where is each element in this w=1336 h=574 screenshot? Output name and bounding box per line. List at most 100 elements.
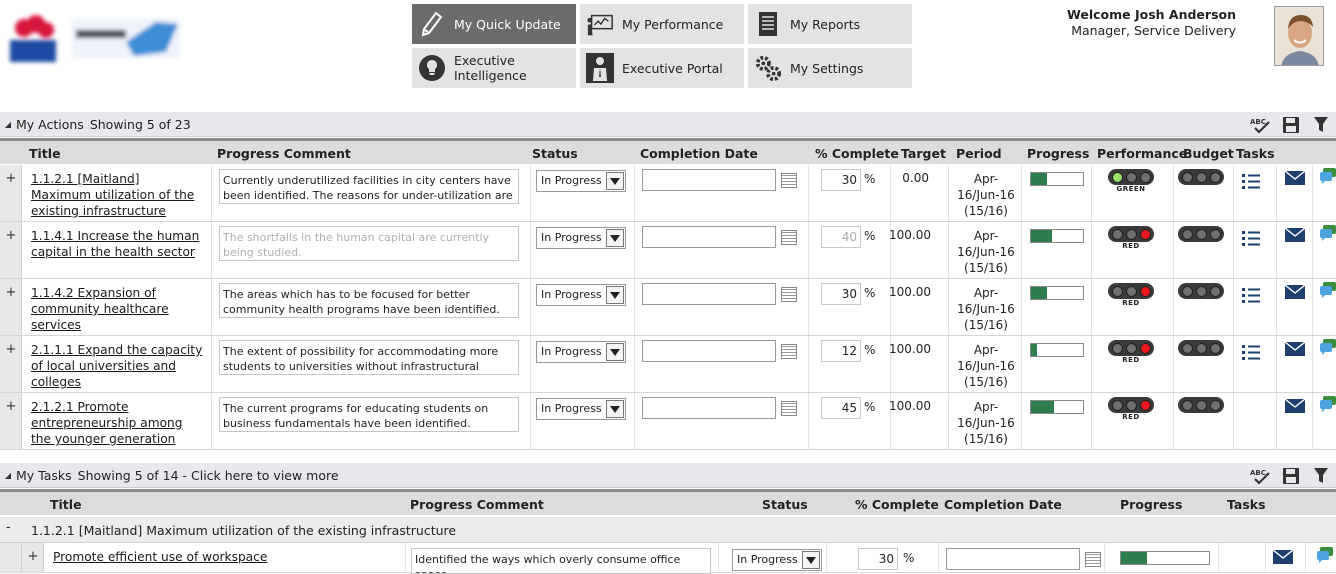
email-envelope-icon[interactable] — [1285, 226, 1305, 244]
comment-bubble-icon[interactable] — [1318, 281, 1336, 299]
actions-section-bar[interactable]: ◢ My Actions Showing 5 of 23 ABC — [0, 112, 1336, 137]
expand-row-button[interactable]: + — [4, 342, 18, 357]
dropdown-arrow-icon[interactable] — [606, 172, 624, 190]
column-header[interactable]: Progress — [1120, 497, 1182, 512]
nav-tile-executive-intelligence[interactable]: Executive Intelligence — [412, 48, 576, 88]
filter-icon[interactable] — [1310, 466, 1332, 486]
email-envelope-icon[interactable] — [1273, 548, 1293, 566]
column-header[interactable]: Completion Date — [640, 146, 758, 161]
column-header[interactable]: Title — [29, 146, 61, 161]
comment-bubble-icon[interactable] — [1318, 395, 1336, 413]
column-header[interactable]: Budget — [1183, 146, 1234, 161]
completion-date-input[interactable] — [642, 397, 776, 419]
comment-bubble-icon[interactable] — [1315, 546, 1335, 564]
email-envelope-icon[interactable] — [1285, 283, 1305, 301]
nav-tile-my-quick-update[interactable]: My Quick Update — [412, 4, 576, 44]
nav-tile-my-settings[interactable]: My Settings — [748, 48, 912, 88]
column-header[interactable]: Completion Date — [944, 497, 1062, 512]
column-header[interactable]: Status — [532, 146, 578, 161]
avatar[interactable] — [1274, 6, 1324, 66]
percent-complete-input[interactable]: 12 — [821, 340, 861, 362]
status-select[interactable]: In Progress — [536, 341, 626, 363]
column-header[interactable]: % Complete — [815, 146, 899, 161]
comment-bubble-icon[interactable] — [1318, 167, 1336, 185]
percent-complete-input[interactable]: 30 — [821, 283, 861, 305]
email-envelope-icon[interactable] — [1285, 397, 1305, 415]
group-collapse-toggle[interactable]: - — [6, 520, 11, 535]
dropdown-arrow-icon[interactable] — [606, 343, 624, 361]
comment-bubble-icon[interactable] — [1318, 338, 1336, 356]
task-list-icon[interactable] — [1241, 230, 1261, 248]
save-icon[interactable] — [1280, 466, 1302, 486]
column-header[interactable]: Progress Comment — [217, 146, 351, 161]
percent-complete-input[interactable]: 30 — [858, 548, 898, 570]
calendar-icon[interactable] — [1085, 552, 1101, 567]
percent-complete-input[interactable]: 45 — [821, 397, 861, 419]
spellcheck-icon[interactable]: ABC — [1250, 466, 1272, 486]
save-icon[interactable] — [1280, 115, 1302, 135]
email-envelope-icon[interactable] — [1285, 340, 1305, 358]
calendar-icon[interactable] — [781, 401, 797, 416]
status-select[interactable]: In Progress — [536, 227, 626, 249]
view-more-link[interactable]: Showing 5 of 14 - Click here to view mor… — [78, 468, 339, 483]
task-list-icon[interactable] — [1241, 173, 1261, 191]
progress-comment-input[interactable]: The current programs for educating stude… — [219, 397, 519, 432]
column-header[interactable]: Progress — [1027, 146, 1089, 161]
expand-row-button[interactable]: + — [4, 171, 18, 186]
expand-row-button[interactable]: + — [4, 399, 18, 414]
progress-comment-input[interactable]: The areas which has to be focused for be… — [219, 283, 519, 318]
task-list-icon[interactable] — [1241, 344, 1261, 362]
status-select[interactable]: In Progress — [536, 398, 626, 420]
nav-tile-my-reports[interactable]: My Reports — [748, 4, 912, 44]
column-header[interactable]: Target — [901, 146, 946, 161]
column-header[interactable]: Tasks — [1227, 497, 1266, 512]
collapse-triangle-icon[interactable]: ◢ — [0, 120, 16, 129]
nav-tile-my-performance[interactable]: My Performance — [580, 4, 744, 44]
completion-date-input[interactable] — [642, 283, 776, 305]
calendar-icon[interactable] — [781, 287, 797, 302]
column-header[interactable]: Progress Comment — [410, 497, 544, 512]
column-header[interactable]: Period — [956, 146, 1002, 161]
action-title-link[interactable]: 1.1.4.1 Increase the human capital in th… — [31, 228, 203, 260]
completion-date-input[interactable] — [642, 340, 776, 362]
column-header[interactable]: Status — [762, 497, 808, 512]
percent-complete-input[interactable]: 30 — [821, 169, 861, 191]
status-select[interactable]: In Progress — [536, 170, 626, 192]
action-title-link[interactable]: 1.1.4.2 Expansion of community healthcar… — [31, 285, 203, 333]
email-envelope-icon[interactable] — [1285, 169, 1305, 187]
action-title-link[interactable]: 2.1.2.1 Promote entrepreneurship among t… — [31, 399, 203, 447]
task-group-row[interactable]: - 1.1.2.1 [Maitland] Maximum utilization… — [0, 517, 1336, 543]
progress-comment-input[interactable]: Identified the ways which overly consume… — [411, 548, 711, 574]
expand-row-button[interactable]: + — [4, 285, 18, 300]
action-title-link[interactable]: 1.1.2.1 [Maitland] Maximum utilization o… — [31, 171, 203, 219]
filter-icon[interactable] — [1310, 115, 1332, 135]
dropdown-arrow-icon[interactable] — [606, 286, 624, 304]
status-select[interactable]: In Progress — [536, 284, 626, 306]
status-select[interactable]: In Progress — [732, 549, 822, 571]
dropdown-arrow-icon[interactable] — [606, 229, 624, 247]
calendar-icon[interactable] — [781, 230, 797, 245]
completion-date-input[interactable] — [946, 548, 1080, 570]
calendar-icon[interactable] — [781, 173, 797, 188]
dropdown-arrow-icon[interactable] — [802, 551, 820, 569]
progress-comment-input[interactable]: The shortfalls in the human capital are … — [219, 226, 519, 261]
comment-bubble-icon[interactable] — [1318, 224, 1336, 242]
column-header[interactable]: Tasks — [1236, 146, 1275, 161]
completion-date-input[interactable] — [642, 169, 776, 191]
progress-comment-input[interactable]: Currently underutilized facilities in ci… — [219, 169, 519, 204]
column-header[interactable]: % Complete — [855, 497, 939, 512]
action-title-link[interactable]: 2.1.1.1 Expand the capacity of local uni… — [31, 342, 203, 390]
expand-row-button[interactable]: + — [26, 549, 40, 564]
task-title-link[interactable]: Promote efficient use of workspace — [53, 549, 383, 565]
collapse-triangle-icon[interactable]: ◢ — [0, 471, 16, 480]
completion-date-input[interactable] — [642, 226, 776, 248]
spellcheck-icon[interactable]: ABC — [1250, 115, 1272, 135]
calendar-icon[interactable] — [781, 344, 797, 359]
task-list-icon[interactable] — [1241, 287, 1261, 305]
column-header[interactable]: Performance — [1097, 146, 1187, 161]
tasks-section-bar[interactable]: ◢ My Tasks Showing 5 of 14 - Click here … — [0, 463, 1336, 488]
dropdown-arrow-icon[interactable] — [606, 400, 624, 418]
percent-complete-input[interactable]: 40 — [821, 226, 861, 248]
expand-row-button[interactable]: + — [4, 228, 18, 243]
column-header[interactable]: Title — [50, 497, 82, 512]
